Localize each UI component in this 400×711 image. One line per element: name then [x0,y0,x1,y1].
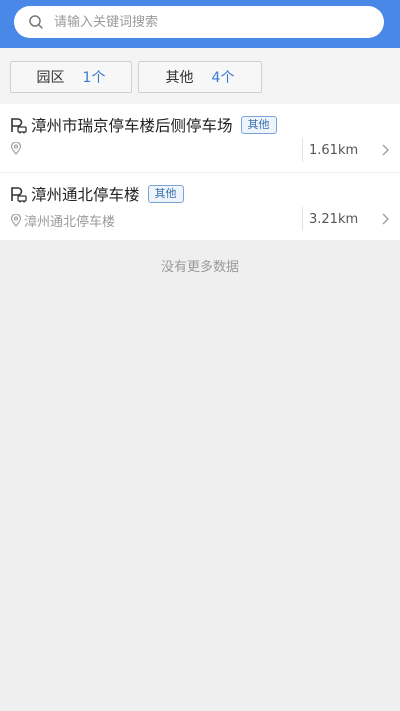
filter-bar: 园区 1个 其他 4个 [0,48,400,104]
filter-label: 其他 [165,70,194,86]
item-address: 漳州通北停车楼 [24,215,116,230]
item-distance: 3.21km [309,211,359,227]
item-address-row [10,142,24,155]
item-address-row: 漳州通北停车楼 [10,211,115,230]
chevron-right-icon[interactable] [380,144,390,156]
parking-icon [11,186,27,202]
list-item[interactable]: 漳州市瑞京停车楼后侧停车场 其他 1.61km [0,104,400,172]
list-item[interactable]: 漳州通北停车楼 其他 漳州通北停车楼 3.21km [0,172,400,240]
search-icon [29,15,43,29]
item-distance: 1.61km [309,142,359,158]
app-root: 园区 1个 其他 4个 漳州市瑞京停车楼后侧停车场 其他 [0,0,400,711]
header-bar [0,0,400,48]
chevron-right-icon[interactable] [380,213,390,225]
item-title: 漳州市瑞京停车楼后侧停车场 [31,117,233,135]
item-title-row: 漳州市瑞京停车楼后侧停车场 其他 [10,114,277,136]
parking-icon [11,117,27,133]
category-tag: 其他 [147,185,184,203]
search-input[interactable] [54,14,354,30]
filter-button-other[interactable]: 其他 4个 [138,61,262,93]
location-pin-icon [10,214,22,227]
item-title: 漳州通北停车楼 [31,186,140,204]
parking-list: 漳州市瑞京停车楼后侧停车场 其他 1.61km 漳州通北停车楼 其他 漳州通北停… [0,104,400,240]
item-title-row: 漳州通北停车楼 其他 [10,183,184,205]
search-bar[interactable] [14,6,384,38]
no-more-data-text: 没有更多数据 [160,260,239,275]
filter-label: 园区 [36,70,65,86]
filter-count: 4个 [211,70,235,86]
distance-box: 3.21km [302,207,358,231]
filter-count: 1个 [82,70,106,86]
distance-box: 1.61km [302,138,358,162]
location-pin-icon [10,142,22,155]
category-tag: 其他 [240,116,277,134]
filter-button-park[interactable]: 园区 1个 [10,61,132,93]
